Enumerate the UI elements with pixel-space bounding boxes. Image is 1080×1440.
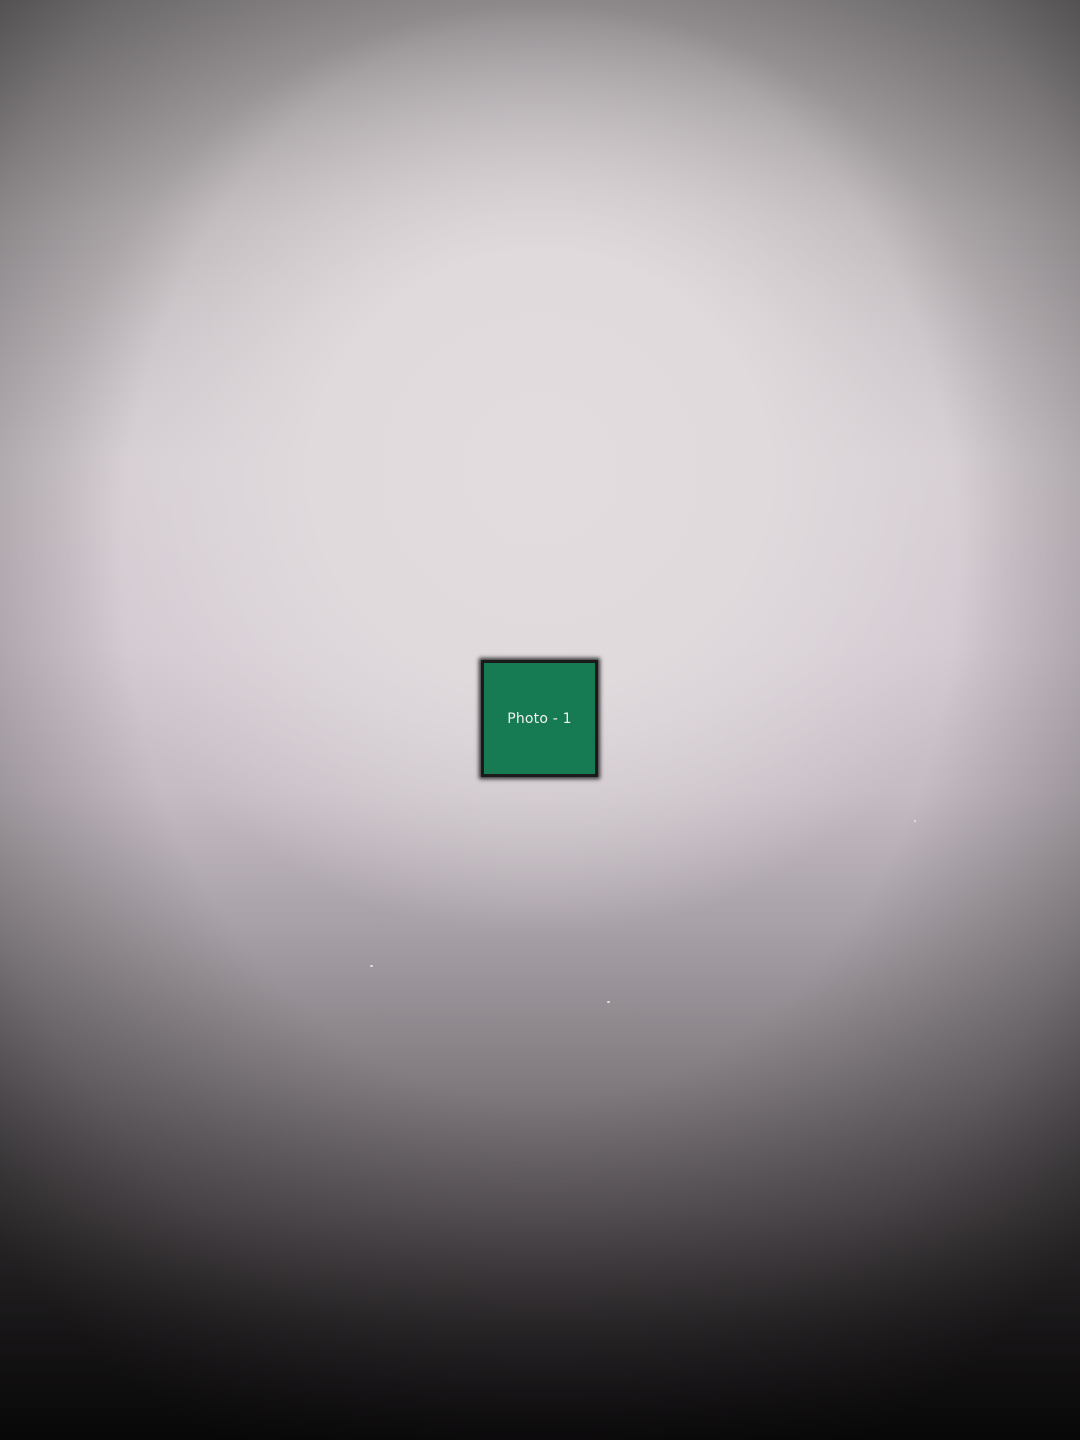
photo-tile[interactable]: Photo - 1 (481, 660, 598, 777)
dust-speck (370, 965, 373, 967)
photo-tile-label: Photo - 1 (507, 710, 572, 727)
dust-speck (607, 1001, 610, 1003)
dust-speck (914, 820, 916, 822)
canvas-background: Photo - 1 (0, 0, 1080, 1440)
